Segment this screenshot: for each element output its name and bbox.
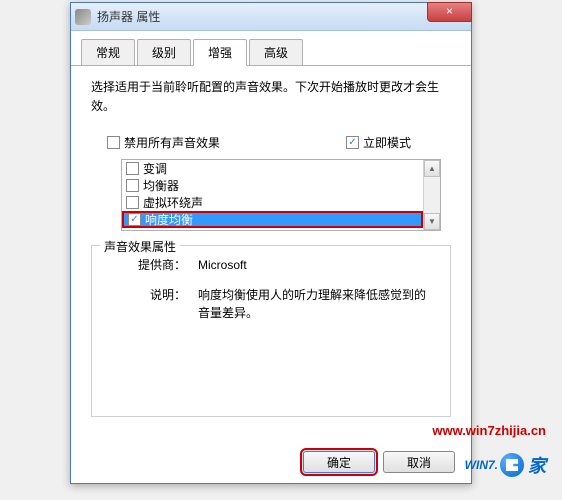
description-text: 选择适用于当前聆听配置的声音效果。下次开始播放时更改才会生效。 <box>91 78 451 116</box>
logo-ball-icon <box>500 453 524 477</box>
scroll-up-button[interactable]: ▲ <box>424 160 440 177</box>
effect-checkbox[interactable] <box>126 162 139 175</box>
desc-label: 说明： <box>130 286 186 322</box>
top-options-row: 禁用所有声音效果 立即模式 <box>91 134 451 151</box>
titlebar[interactable]: 扬声器 属性 × <box>71 3 471 31</box>
logo-text: WIN7. <box>465 458 498 472</box>
provider-value: Microsoft <box>198 256 436 274</box>
immediate-mode-checkbox[interactable] <box>346 136 359 149</box>
desc-value: 响度均衡使用人的听力理解来降低感觉到的音量差异。 <box>198 286 436 322</box>
list-item[interactable]: 均衡器 <box>122 177 423 194</box>
watermark-logo: WIN7. 家 <box>465 452 546 478</box>
disable-all-option[interactable]: 禁用所有声音效果 <box>107 134 220 151</box>
ok-button[interactable]: 确定 <box>303 451 375 473</box>
tab-advanced[interactable]: 高级 <box>249 39 303 65</box>
effect-label: 虚拟环绕声 <box>143 194 203 211</box>
scroll-track[interactable] <box>424 177 440 213</box>
close-button[interactable]: × <box>427 2 472 22</box>
effects-listbox[interactable]: 变调 均衡器 虚拟环绕声 响度均衡 ▲ ▼ <box>121 159 441 231</box>
tab-levels[interactable]: 级别 <box>137 39 191 65</box>
dialog-buttons: 确定 取消 <box>303 451 455 473</box>
effect-checkbox[interactable] <box>126 196 139 209</box>
tab-general[interactable]: 常规 <box>81 39 135 65</box>
fieldset-legend: 声音效果属性 <box>100 238 180 255</box>
properties-fieldset: 声音效果属性 提供商： Microsoft 说明： 响度均衡使用人的听力理解来降… <box>91 245 451 417</box>
effect-checkbox[interactable] <box>128 213 141 226</box>
list-item-selected[interactable]: 响度均衡 <box>122 211 423 228</box>
tab-enhancements[interactable]: 增强 <box>193 39 247 66</box>
scroll-down-button[interactable]: ▼ <box>424 213 440 230</box>
window-title: 扬声器 属性 <box>97 8 160 25</box>
watermark-url: www.win7zhijia.cn <box>432 423 546 438</box>
disable-all-label: 禁用所有声音效果 <box>124 134 220 151</box>
speaker-properties-window: 扬声器 属性 × 常规 级别 增强 高级 选择适用于当前聆听配置的声音效果。下次… <box>70 2 472 484</box>
immediate-mode-label: 立即模式 <box>363 134 411 151</box>
listbox-scrollbar[interactable]: ▲ ▼ <box>423 160 440 230</box>
cancel-button[interactable]: 取消 <box>383 451 455 473</box>
effect-label: 响度均衡 <box>145 211 193 228</box>
list-item[interactable]: 变调 <box>122 160 423 177</box>
logo-jia: 家 <box>528 452 546 478</box>
effect-label: 变调 <box>143 160 167 177</box>
effect-checkbox[interactable] <box>126 179 139 192</box>
list-item[interactable]: 虚拟环绕声 <box>122 194 423 211</box>
effect-label: 均衡器 <box>143 177 179 194</box>
disable-all-checkbox[interactable] <box>107 136 120 149</box>
immediate-mode-option[interactable]: 立即模式 <box>346 134 411 151</box>
tabs-row: 常规 级别 增强 高级 <box>71 31 471 66</box>
tab-content: 选择适用于当前聆听配置的声音效果。下次开始播放时更改才会生效。 禁用所有声音效果… <box>71 66 471 429</box>
window-icon <box>75 9 91 25</box>
provider-label: 提供商： <box>130 256 186 274</box>
